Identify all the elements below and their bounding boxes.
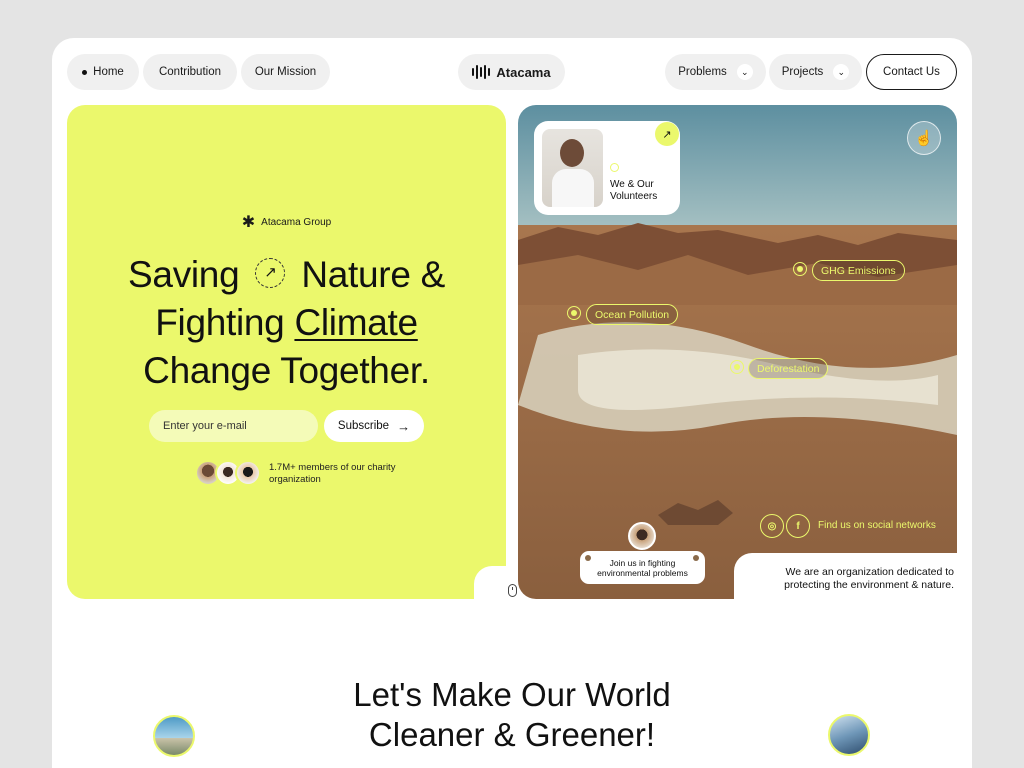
page-card: Home Contribution Our Mission Atacama Pr… — [52, 38, 972, 768]
social-networks-text: Find us on social networks — [818, 520, 936, 531]
arrow-right-icon: → — [397, 418, 411, 434]
hero-image-panel: We & Our Volunteers ↗ ☝ GHG Emissions Oc… — [518, 105, 957, 599]
avatar — [628, 522, 656, 550]
tag-dot-icon — [730, 360, 744, 374]
nav-projects-label: Projects — [781, 66, 824, 78]
organization-description: We are an organization dedicated to prot… — [756, 566, 954, 592]
chevron-down-icon: ⌄ — [833, 64, 850, 80]
mouse-icon — [508, 584, 517, 597]
headline-word: Nature & — [301, 254, 445, 295]
contact-us-button[interactable]: Contact Us — [866, 54, 957, 90]
avatar — [235, 460, 261, 486]
headline-word: Fighting — [155, 302, 285, 343]
arrow-up-right-icon[interactable]: ↗ — [655, 122, 679, 146]
headline-underlined-word: Climate — [294, 302, 418, 343]
asterisk-icon: ✱ — [241, 213, 256, 231]
atacama-logo-icon — [472, 65, 491, 79]
nav-projects[interactable]: Projects ⌄ — [769, 54, 862, 90]
brand-name: Atacama — [496, 64, 551, 80]
tag-dot-icon — [793, 262, 807, 276]
tag-ocean-pollution[interactable]: Ocean Pollution — [586, 304, 679, 325]
volunteer-photo — [542, 129, 603, 207]
decor-dot — [585, 555, 591, 561]
instagram-icon[interactable]: ◎ — [760, 514, 784, 538]
volunteers-label-line: We & Our — [610, 179, 654, 190]
members-count-text: 1.7M+ members of our charity organizatio… — [269, 462, 396, 485]
brand-logo[interactable]: Atacama — [458, 54, 565, 90]
decor-dot — [693, 555, 699, 561]
nav-problems[interactable]: Problems ⌄ — [665, 54, 766, 90]
nav-home[interactable]: Home — [67, 54, 139, 90]
join-text-line: environmental problems — [597, 568, 688, 578]
landscape-thumbnail — [153, 715, 195, 757]
email-input[interactable] — [149, 410, 318, 442]
hand-icon[interactable]: ☝ — [907, 121, 941, 155]
headline-line: Change Together. — [143, 350, 430, 391]
hero-panel: ✱ Atacama Group Saving ↗ Nature & Fighti… — [67, 105, 506, 599]
nav-contribution[interactable]: Contribution — [143, 54, 237, 90]
hero-notch — [474, 566, 508, 600]
member-avatars — [195, 460, 261, 486]
nav-our-mission-label: Our Mission — [254, 66, 317, 78]
contact-us-label: Contact Us — [883, 66, 940, 78]
org-text-line: We are an organization dedicated to — [785, 566, 954, 578]
tag-dot-icon — [567, 306, 581, 320]
status-dot-icon — [610, 163, 619, 172]
subscribe-button[interactable]: Subscribe → — [324, 410, 424, 442]
nav-home-label: Home — [93, 66, 124, 78]
ocean-wave-thumbnail — [828, 714, 870, 756]
group-label: ✱ Atacama Group — [67, 213, 506, 231]
nav-problems-label: Problems — [678, 66, 727, 78]
tag-deforestation[interactable]: Deforestation — [748, 358, 829, 379]
subscribe-label: Subscribe — [337, 420, 390, 432]
facebook-icon[interactable]: f — [786, 514, 810, 538]
home-dot-icon — [82, 69, 88, 75]
group-label-text: Atacama Group — [261, 217, 332, 228]
volunteers-label: We & Our Volunteers — [610, 179, 657, 203]
arrow-up-right-icon: ↗ — [255, 258, 286, 289]
tag-ghg-emissions[interactable]: GHG Emissions — [812, 260, 905, 281]
org-text-line: protecting the environment & nature. — [784, 579, 954, 591]
nav-contribution-label: Contribution — [158, 66, 221, 78]
join-us-card[interactable]: Join us in fighting environmental proble… — [580, 551, 705, 584]
section-title-line: Let's Make Our World — [353, 676, 671, 713]
hero-headline: Saving ↗ Nature & Fighting Climate Chang… — [67, 251, 506, 395]
headline-word: Saving — [128, 254, 240, 295]
chevron-down-icon: ⌄ — [736, 64, 753, 80]
section-title-line: Cleaner & Greener! — [368, 716, 656, 753]
volunteers-label-line: Volunteers — [610, 191, 658, 202]
nav-our-mission[interactable]: Our Mission — [241, 54, 330, 90]
join-text-line: Join us in fighting — [609, 558, 676, 568]
